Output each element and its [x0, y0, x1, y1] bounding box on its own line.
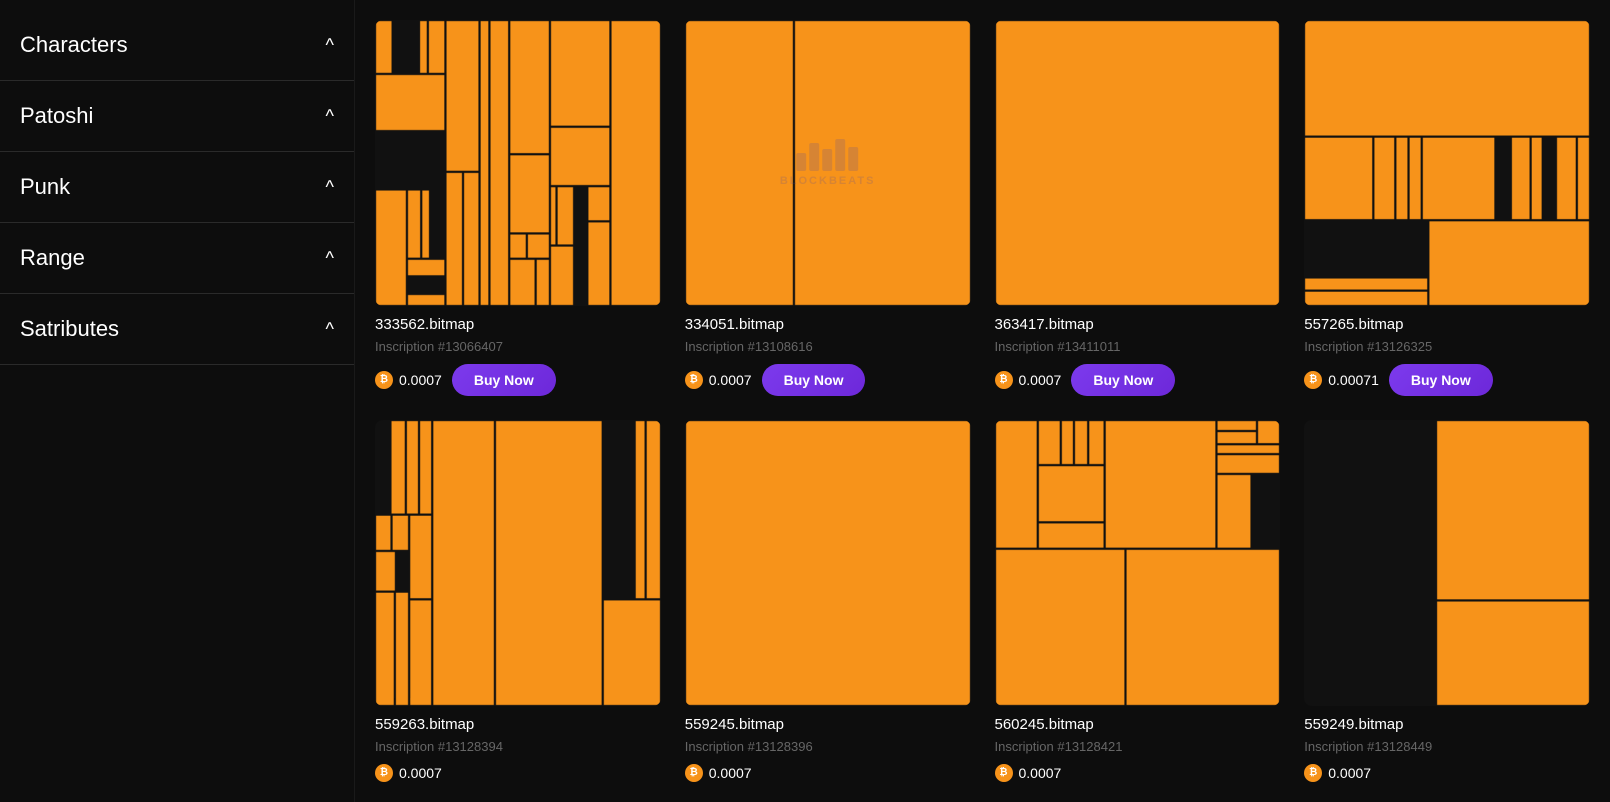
card-image-wrapper — [375, 420, 661, 706]
price-badge: ₿ 0.00071 — [1304, 371, 1379, 389]
buy-button[interactable]: Buy Now — [1389, 364, 1493, 396]
price-value: 0.0007 — [1328, 765, 1371, 781]
card-title: 557265.bitmap — [1304, 316, 1590, 333]
sidebar-label: Range — [20, 245, 85, 271]
btc-icon: ₿ — [685, 764, 703, 782]
price-value: 0.0007 — [709, 372, 752, 388]
chevron-icon: ^ — [326, 35, 334, 56]
btc-icon: ₿ — [375, 764, 393, 782]
sidebar: Characters ^ Patoshi ^ Punk ^ Range ^ Sa… — [0, 0, 355, 802]
chevron-icon: ^ — [326, 319, 334, 340]
bitmap-art — [995, 420, 1281, 706]
card-title: 334051.bitmap — [685, 316, 971, 333]
btc-icon: ₿ — [1304, 371, 1322, 389]
nft-card: 560245.bitmap Inscription #13128421 ₿ 0.0… — [995, 420, 1281, 782]
price-value: 0.0007 — [1019, 372, 1062, 388]
price-value: 0.0007 — [399, 372, 442, 388]
card-inscription: Inscription #13108616 — [685, 339, 971, 354]
price-value: 0.0007 — [709, 765, 752, 781]
card-inscription: Inscription #13066407 — [375, 339, 661, 354]
card-actions: ₿ 0.0007 — [375, 764, 661, 782]
nft-grid: 333562.bitmap Inscription #13066407 ₿ 0.0… — [375, 10, 1590, 792]
card-image-wrapper — [1304, 420, 1590, 706]
card-inscription: Inscription #13128396 — [685, 739, 971, 754]
card-inscription: Inscription #13126325 — [1304, 339, 1590, 354]
price-value: 0.0007 — [1019, 765, 1062, 781]
bitmap-art — [685, 420, 971, 706]
sidebar-item-range[interactable]: Range ^ — [0, 223, 354, 294]
card-image-wrapper — [1304, 20, 1590, 306]
buy-button[interactable]: Buy Now — [1071, 364, 1175, 396]
sidebar-label: Punk — [20, 174, 70, 200]
nft-card: 559249.bitmap Inscription #13128449 ₿ 0.0… — [1304, 420, 1590, 782]
price-badge: ₿ 0.0007 — [685, 371, 752, 389]
nft-card: 559263.bitmap Inscription #13128394 ₿ 0.0… — [375, 420, 661, 782]
bitmap-art — [1304, 20, 1590, 306]
btc-icon: ₿ — [995, 371, 1013, 389]
card-inscription: Inscription #13128421 — [995, 739, 1281, 754]
price-badge: ₿ 0.0007 — [1304, 764, 1371, 782]
card-title: 560245.bitmap — [995, 716, 1281, 733]
card-actions: ₿ 0.00071 Buy Now — [1304, 364, 1590, 396]
card-title: 363417.bitmap — [995, 316, 1281, 333]
card-inscription: Inscription #13411011 — [995, 339, 1281, 354]
card-image-wrapper: BLOCKBEATS — [685, 20, 971, 306]
card-actions: ₿ 0.0007 — [685, 764, 971, 782]
card-image-wrapper — [995, 20, 1281, 306]
chevron-icon: ^ — [326, 177, 334, 198]
card-image-wrapper — [685, 420, 971, 706]
price-badge: ₿ 0.0007 — [375, 371, 442, 389]
card-actions: ₿ 0.0007 Buy Now — [375, 364, 661, 396]
price-badge: ₿ 0.0007 — [995, 764, 1062, 782]
price-badge: ₿ 0.0007 — [995, 371, 1062, 389]
card-inscription: Inscription #13128394 — [375, 739, 661, 754]
bitmap-art — [1304, 420, 1590, 706]
chevron-icon: ^ — [326, 248, 334, 269]
sidebar-label: Characters — [20, 32, 128, 58]
sidebar-label: Patoshi — [20, 103, 93, 129]
btc-icon: ₿ — [1304, 764, 1322, 782]
nft-card: BLOCKBEATS 334051.bitmap Inscription #131… — [685, 20, 971, 396]
sidebar-item-patoshi[interactable]: Patoshi ^ — [0, 81, 354, 152]
card-title: 333562.bitmap — [375, 316, 661, 333]
price-value: 0.0007 — [399, 765, 442, 781]
card-actions: ₿ 0.0007 Buy Now — [995, 364, 1281, 396]
card-inscription: Inscription #13128449 — [1304, 739, 1590, 754]
sidebar-label: Satributes — [20, 316, 119, 342]
card-image-wrapper — [995, 420, 1281, 706]
card-title: 559263.bitmap — [375, 716, 661, 733]
bitmap-art — [995, 20, 1281, 306]
sidebar-item-characters[interactable]: Characters ^ — [0, 10, 354, 81]
bitmap-art — [375, 420, 661, 706]
chevron-icon: ^ — [326, 106, 334, 127]
buy-button[interactable]: Buy Now — [452, 364, 556, 396]
btc-icon: ₿ — [375, 371, 393, 389]
card-title: 559245.bitmap — [685, 716, 971, 733]
bitmap-art — [375, 20, 661, 306]
btc-icon: ₿ — [685, 371, 703, 389]
bitmap-art — [685, 20, 971, 306]
card-image-wrapper — [375, 20, 661, 306]
buy-button[interactable]: Buy Now — [762, 364, 866, 396]
card-actions: ₿ 0.0007 Buy Now — [685, 364, 971, 396]
nft-card: 333562.bitmap Inscription #13066407 ₿ 0.0… — [375, 20, 661, 396]
card-title: 559249.bitmap — [1304, 716, 1590, 733]
price-badge: ₿ 0.0007 — [375, 764, 442, 782]
card-actions: ₿ 0.0007 — [1304, 764, 1590, 782]
sidebar-item-satributes[interactable]: Satributes ^ — [0, 294, 354, 365]
price-badge: ₿ 0.0007 — [685, 764, 752, 782]
nft-card: 557265.bitmap Inscription #13126325 ₿ 0.0… — [1304, 20, 1590, 396]
nft-card: 363417.bitmap Inscription #13411011 ₿ 0.0… — [995, 20, 1281, 396]
price-value: 0.00071 — [1328, 372, 1379, 388]
btc-icon: ₿ — [995, 764, 1013, 782]
card-actions: ₿ 0.0007 — [995, 764, 1281, 782]
sidebar-item-punk[interactable]: Punk ^ — [0, 152, 354, 223]
nft-card: 559245.bitmap Inscription #13128396 ₿ 0.0… — [685, 420, 971, 782]
main-content: 333562.bitmap Inscription #13066407 ₿ 0.0… — [355, 0, 1610, 802]
